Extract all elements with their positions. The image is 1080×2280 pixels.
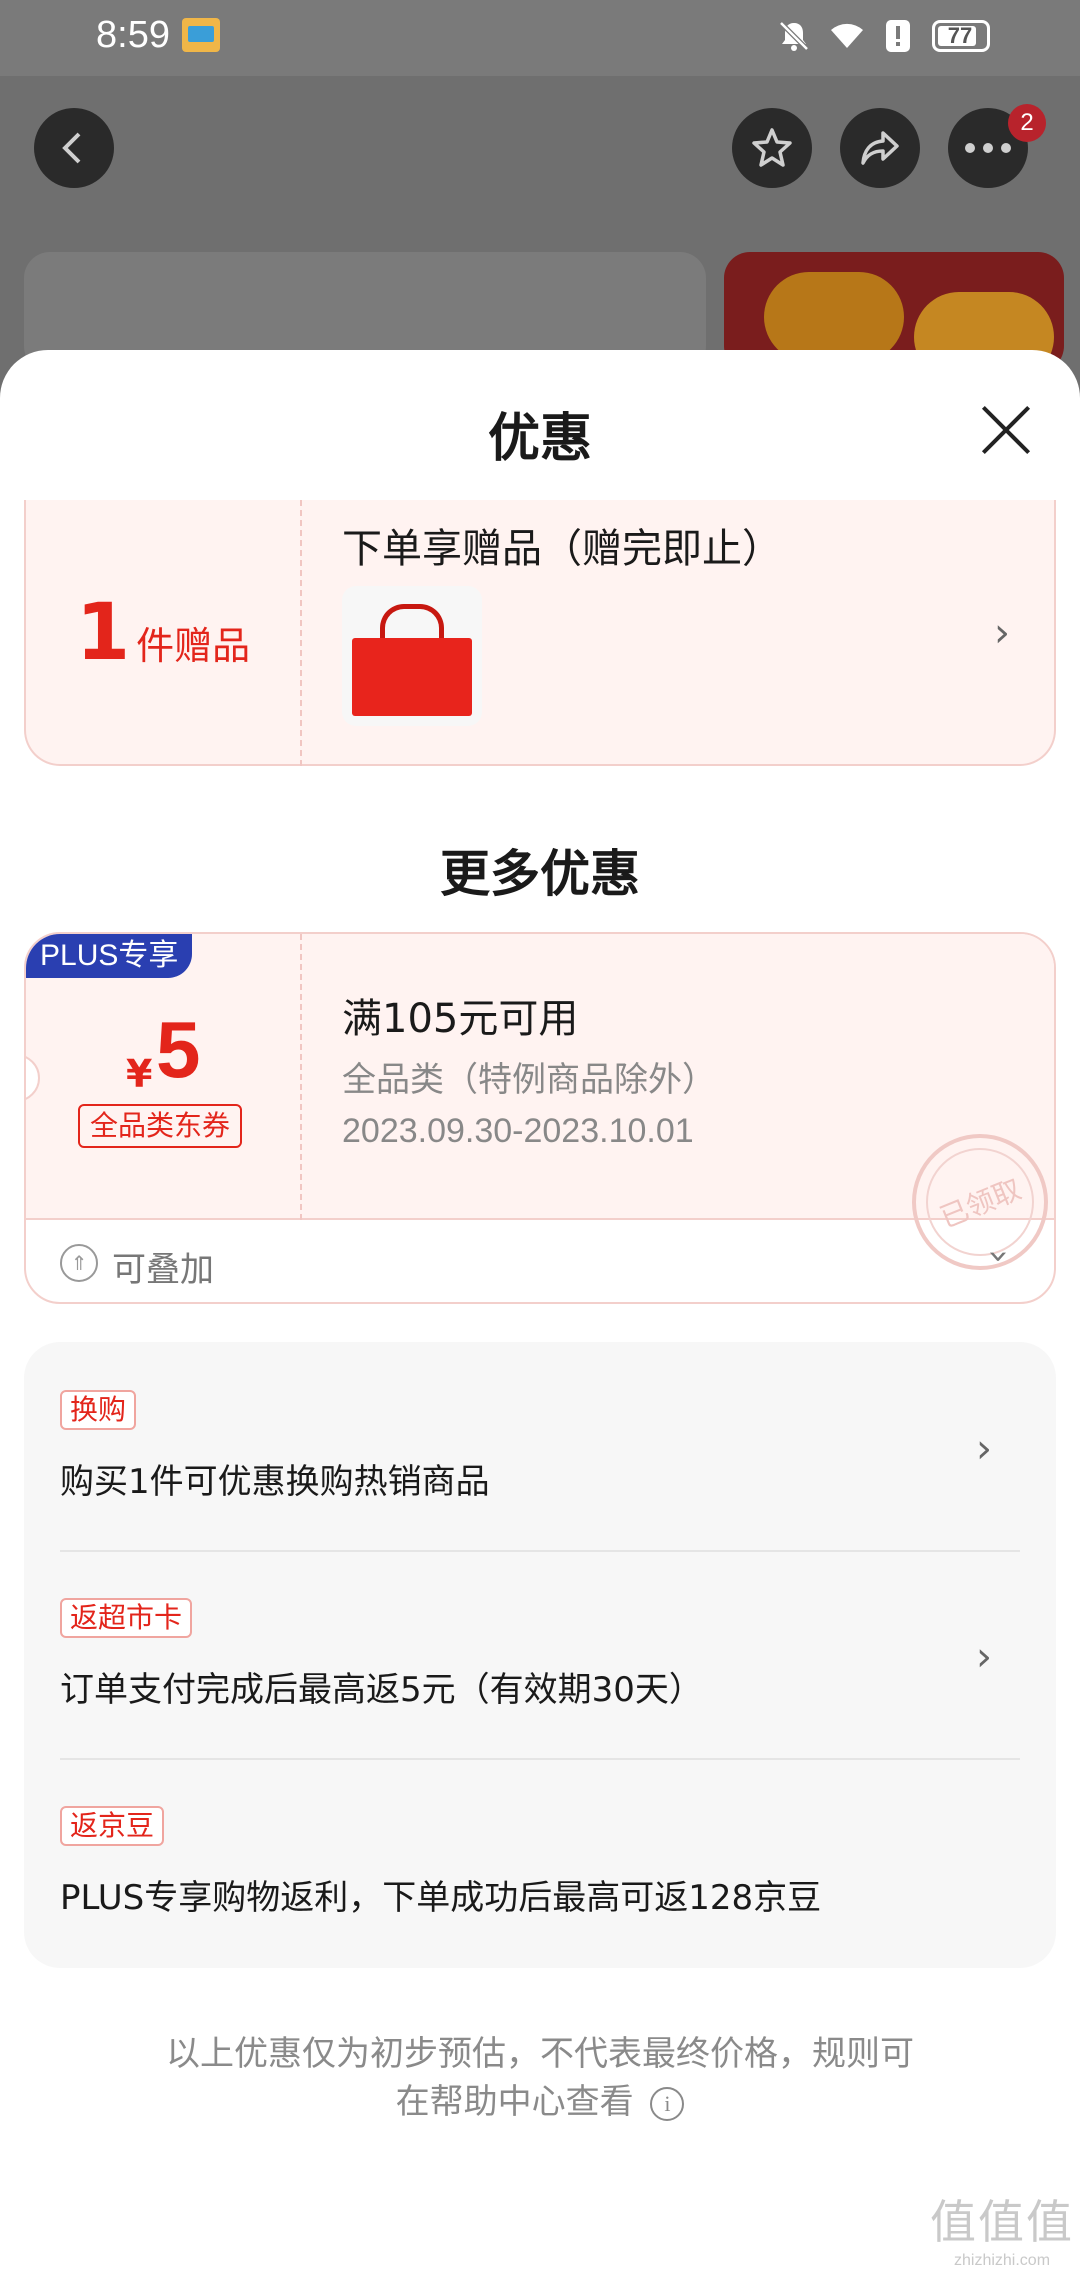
stack-icon: ⇑	[60, 1244, 98, 1282]
disclaimer-line-2: 在帮助中心查看	[395, 2082, 634, 2122]
promotions-list: 换购 购买1件可优惠换购热销商品 › 返超市卡 订单支付完成后最高返5元（有效期…	[24, 1342, 1056, 1968]
watermark-logo: 值值值 zhizhizhi.com	[930, 2186, 1074, 2270]
promo-text: PLUS专享购物返利，下单成功后最高可返128京豆	[60, 1878, 822, 1918]
coupon-condition: 满105元可用	[342, 996, 579, 1042]
info-icon[interactable]: i	[650, 2086, 685, 2121]
coupon-type-badge: 全品类东券	[78, 1104, 243, 1148]
currency-symbol: ¥	[126, 1052, 153, 1096]
list-item[interactable]: 返超市卡 订单支付完成后最高返5元（有效期30天） ›	[60, 1550, 1020, 1758]
status-time: 8:59	[96, 14, 170, 56]
plus-exclusive-badge: PLUS专享	[26, 934, 193, 978]
chevron-right-icon: ›	[976, 1426, 992, 1472]
promo-text: 购买1件可优惠换购热销商品	[60, 1462, 490, 1502]
more-dots-icon	[965, 143, 1011, 153]
stackable-row[interactable]: ⇑ 可叠加 ›	[26, 1222, 1054, 1302]
more-offers-title: 更多优惠	[440, 845, 640, 903]
promo-tag: 换购	[60, 1390, 137, 1430]
close-icon[interactable]	[970, 394, 1042, 466]
promo-tag: 返京豆	[60, 1806, 165, 1846]
status-bar: 8:59 77	[0, 0, 1080, 76]
disclaimer-note: 以上优惠仅为初步预估，不代表最终价格，规则可 在帮助中心查看 i	[0, 2030, 1080, 2126]
promo-tag: 返超市卡	[60, 1598, 193, 1638]
chevron-right-icon: ›	[994, 610, 1010, 656]
alert-icon	[880, 18, 916, 54]
battery-icon: 77	[932, 20, 990, 52]
battery-level: 77	[947, 23, 973, 48]
status-icons: 77	[776, 18, 990, 54]
chevron-down-icon: ›	[978, 1249, 1020, 1264]
coupon-card[interactable]: ¥ 5 全品类东券 PLUS专享 满105元可用 全品类（特例商品除外） 202…	[24, 932, 1056, 1304]
bell-muted-icon	[776, 18, 812, 54]
share-button[interactable]	[840, 108, 920, 188]
chevron-right-icon: ›	[976, 1634, 992, 1680]
watermark-text: 值值值	[930, 2195, 1074, 2249]
gift-count-unit: 件赠品	[136, 623, 251, 668]
coupon-validity: 2023.09.30-2023.10.01	[342, 1112, 694, 1150]
stackable-label: 可叠加	[112, 1250, 214, 1290]
gift-bag-image	[342, 586, 482, 726]
disclaimer-line-1: 以上优惠仅为初步预估，不代表最终价格，规则可	[166, 2034, 914, 2074]
sheet-title: 优惠	[487, 409, 592, 469]
back-button[interactable]	[34, 108, 114, 188]
star-icon	[752, 128, 792, 167]
promo-text: 订单支付完成后最高返5元（有效期30天）	[60, 1670, 703, 1710]
coupon-scope: 全品类（特例商品除外）	[342, 1060, 716, 1100]
gift-count-number: 1	[75, 588, 131, 678]
coupon-main: ¥ 5 全品类东券 PLUS专享 满105元可用 全品类（特例商品除外） 202…	[26, 934, 1054, 1291]
gift-title: 下单享赠品（赠完即止）	[342, 526, 782, 572]
gift-promotion-card[interactable]: 1 件赠品 下单享赠品（赠完即止） ›	[24, 500, 1056, 766]
promotions-sheet: 优惠 1 件赠品 下单享赠品（赠完即止） › 更多优惠 ¥ 5 全品类东券 PL…	[0, 350, 1080, 2280]
list-item[interactable]: 换购 购买1件可优惠换购热销商品 ›	[60, 1342, 1020, 1550]
chevron-left-icon	[62, 132, 81, 164]
app-notification-icon	[182, 18, 220, 52]
more-notification-badge: 2	[1008, 104, 1046, 142]
favorite-button[interactable]	[732, 108, 812, 188]
wifi-icon	[828, 18, 864, 54]
watermark-url: zhizhizhi.com	[953, 2252, 1051, 2269]
share-icon	[861, 131, 899, 165]
coupon-amount: 5	[156, 1005, 201, 1094]
list-item: 返京豆 PLUS专享购物返利，下单成功后最高可返128京豆	[60, 1758, 1020, 1966]
gift-count: 1 件赠品	[26, 500, 302, 766]
